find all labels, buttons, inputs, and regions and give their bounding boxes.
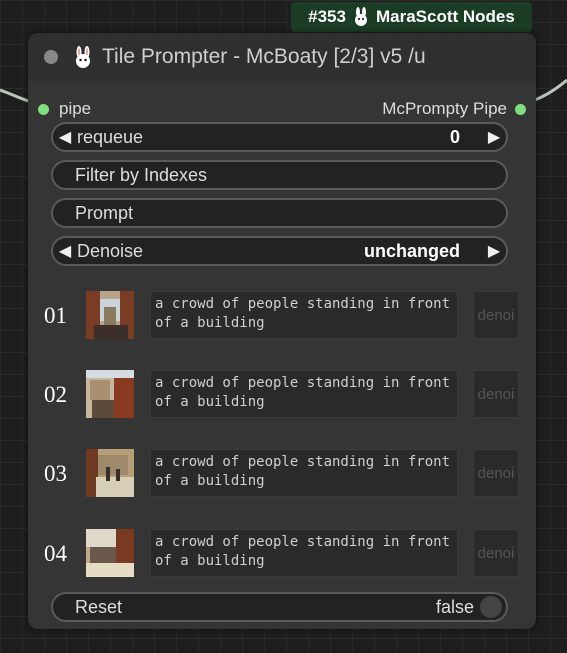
filter-by-indexes-field[interactable]: Filter by Indexes [51,160,508,190]
tile-index: 01 [44,303,67,328]
prev-arrow-icon[interactable]: ◀ [53,241,77,261]
tile-prompt-textarea[interactable]: a crowd of people standing in front of a… [150,291,458,339]
denoise-widget[interactable]: ◀ Denoise unchanged ▶ [51,236,508,266]
badge-label: MaraScott Nodes [375,7,515,26]
tile-thumbnail[interactable] [86,370,134,418]
node-titlebar[interactable]: Tile Prompter - McBoaty [2/3] v5 /u [28,33,536,81]
reset-label: Reset [75,596,123,617]
node-id: #353 [308,7,346,26]
node-badge: #353 MaraScott Nodes [291,2,532,32]
reset-toggle-widget[interactable]: Reset false [51,592,508,622]
tile-prompt-textarea[interactable]: a crowd of people standing in front of a… [150,529,458,577]
tile-row: 04 a crowd of people standing in front o… [28,529,536,579]
prompt-field[interactable]: Prompt [51,198,508,228]
tile-index: 04 [44,541,67,566]
requeue-widget[interactable]: ◀ requeue 0 ▶ [51,122,508,152]
requeue-value: 0 [449,126,460,147]
tile-prompt-textarea[interactable]: a crowd of people standing in front of a… [150,449,458,497]
decrement-arrow-icon[interactable]: ◀ [53,127,77,147]
tile-index: 02 [44,382,67,407]
rabbit-icon [354,7,367,26]
tile-denoise-input[interactable]: denoi [473,370,519,418]
rabbit-icon [76,46,90,68]
output-label: McPrompty Pipe [382,99,507,118]
tile-row: 03 a crowd of people standing in front o… [28,449,536,499]
increment-arrow-icon[interactable]: ▶ [482,127,506,147]
tile-index: 03 [44,461,67,486]
next-arrow-icon[interactable]: ▶ [482,241,506,261]
tile-denoise-input[interactable]: denoi [473,449,519,497]
tile-prompter-node[interactable]: Tile Prompter - McBoaty [2/3] v5 /u pipe… [28,33,536,629]
toggle-knob[interactable] [480,596,502,618]
input-slot-pipe[interactable]: pipe [38,99,91,119]
tile-prompt-textarea[interactable]: a crowd of people standing in front of a… [150,370,458,418]
output-connector[interactable] [515,103,526,115]
denoise-label: Denoise [77,240,144,261]
denoise-value: unchanged [363,240,460,261]
tile-denoise-input[interactable]: denoi [473,529,519,577]
node-title: Tile Prompter - McBoaty [2/3] v5 /u [102,45,426,68]
output-slot-mcprompty-pipe[interactable]: McPrompty Pipe [382,99,526,119]
input-label: pipe [59,99,92,118]
tile-thumbnail[interactable] [86,291,134,339]
tile-thumbnail[interactable] [86,529,134,577]
reset-value: false [435,596,474,617]
collapse-toggle[interactable] [44,50,58,64]
requeue-label: requeue [77,126,144,147]
filter-label: Filter by Indexes [75,164,208,185]
tile-row: 01 a crowd of people standing in front o… [28,291,536,341]
tile-row: 02 a crowd of people standing in front o… [28,370,536,420]
tile-thumbnail[interactable] [86,449,134,497]
prompt-label: Prompt [75,202,134,223]
input-connector[interactable] [38,103,49,115]
tile-denoise-input[interactable]: denoi [473,291,519,339]
